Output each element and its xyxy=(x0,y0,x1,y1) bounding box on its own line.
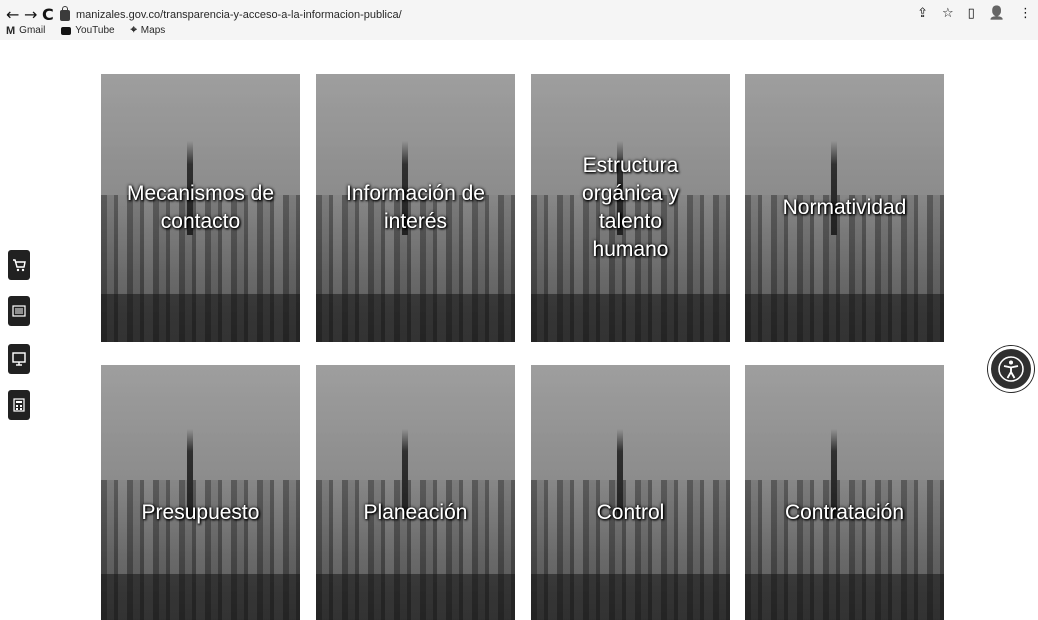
card-contratacion[interactable]: Contratación xyxy=(745,365,944,620)
card-label: Estructura orgánica y talento humano xyxy=(582,154,679,261)
monitor-button[interactable] xyxy=(8,344,30,374)
toolbar-right-icons: ⇪ ☆ ▯ 👤 ⋮ xyxy=(917,6,1032,21)
star-icon[interactable]: ☆ xyxy=(942,6,954,21)
card-normatividad[interactable]: Normatividad xyxy=(745,74,944,342)
reload-button[interactable]: C xyxy=(42,6,54,24)
bookmark-youtube[interactable]: YouTube xyxy=(61,25,115,36)
browser-toolbar: ← → C manizales.gov.co/transparencia-y-a… xyxy=(0,0,1038,40)
profile-icon[interactable]: 👤 xyxy=(989,6,1005,21)
calculator-icon xyxy=(13,398,25,412)
url-text: manizales.gov.co/transparencia-y-acceso-… xyxy=(76,9,402,21)
accessibility-button[interactable] xyxy=(988,346,1034,392)
card-presupuesto[interactable]: Presupuesto xyxy=(101,365,300,620)
youtube-icon xyxy=(61,26,72,35)
card-estructura-organica[interactable]: Estructura orgánica y talento humano xyxy=(531,74,730,342)
newspaper-button[interactable] xyxy=(8,296,30,326)
lock-icon xyxy=(60,5,70,21)
page-content: Mecanismos de contacto Información de in… xyxy=(0,40,1038,620)
card-label: Contratación xyxy=(784,500,905,524)
card-mecanismos-de-contacto[interactable]: Mecanismos de contacto xyxy=(101,74,300,342)
monitor-icon xyxy=(12,352,26,366)
menu-icon[interactable]: ⋮ xyxy=(1019,6,1032,21)
card-informacion-de-interes[interactable]: Información de interés xyxy=(316,74,515,342)
card-label: Mecanismos de contacto xyxy=(126,182,275,233)
gmail-icon: M xyxy=(6,24,16,37)
card-label: Normatividad xyxy=(782,196,907,219)
forward-button[interactable]: → xyxy=(24,6,37,24)
cart-button[interactable] xyxy=(8,250,30,280)
bookmark-maps[interactable]: ⌖ Maps xyxy=(131,24,166,37)
bookmark-gmail[interactable]: M Gmail xyxy=(6,25,45,37)
card-control[interactable]: Control xyxy=(531,365,730,620)
card-planeacion[interactable]: Planeación xyxy=(316,365,515,620)
address-bar[interactable]: manizales.gov.co/transparencia-y-acceso-… xyxy=(60,5,920,25)
cart-icon xyxy=(13,259,26,272)
card-label: Información de interés xyxy=(346,182,485,233)
card-label: Presupuesto xyxy=(141,500,260,524)
calculator-button[interactable] xyxy=(8,390,30,420)
bookmarks-bar: M Gmail YouTube ⌖ Maps xyxy=(6,24,165,37)
accessibility-icon xyxy=(998,356,1024,382)
back-button[interactable]: ← xyxy=(6,6,19,24)
share-icon[interactable]: ⇪ xyxy=(917,6,928,21)
card-label: Planeación xyxy=(363,500,468,524)
tab-icon[interactable]: ▯ xyxy=(968,6,975,21)
card-label: Control xyxy=(596,500,665,524)
maps-icon: ⌖ xyxy=(130,24,137,36)
newspaper-icon xyxy=(12,305,26,317)
